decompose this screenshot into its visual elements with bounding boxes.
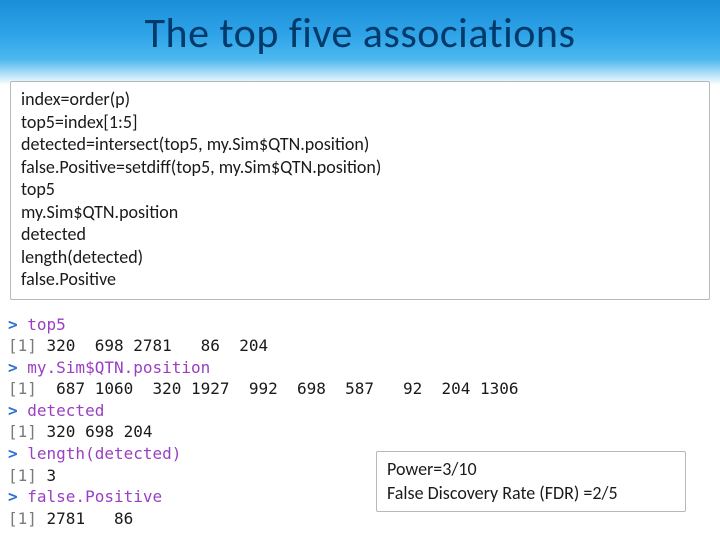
vector-index: [1]	[8, 466, 37, 485]
slide-header: The top five associations	[0, 0, 720, 85]
vector-values: 687 1060 320 1927 992 698 587 92 204 130…	[37, 379, 519, 398]
code-line: index=order(p)	[21, 88, 699, 111]
vector-values: 320 698 204	[37, 422, 153, 441]
code-line: detected	[21, 223, 699, 246]
prompt-icon: >	[8, 487, 27, 506]
console-cmd: my.Sim$QTN.position	[27, 358, 210, 377]
console-cmd-row: > detected	[8, 400, 720, 422]
console-cmd: detected	[27, 401, 104, 420]
vector-index: [1]	[8, 379, 37, 398]
console-cmd: length(detected)	[27, 444, 181, 463]
code-line: length(detected)	[21, 246, 699, 269]
code-box: index=order(p) top5=index[1:5] detected=…	[10, 81, 710, 300]
vector-index: [1]	[8, 336, 37, 355]
console-out-row: [1] 687 1060 320 1927 992 698 587 92 204…	[8, 378, 720, 400]
vector-index: [1]	[8, 422, 37, 441]
vector-values: 2781 86	[37, 509, 133, 528]
code-line: top5	[21, 178, 699, 201]
console-out-row: [1] 320 698 204	[8, 421, 720, 443]
console-cmd-row: > top5	[8, 314, 720, 336]
code-line: top5=index[1:5]	[21, 111, 699, 134]
vector-values: 3	[37, 466, 56, 485]
code-line: my.Sim$QTN.position	[21, 201, 699, 224]
console-cmd-row: > my.Sim$QTN.position	[8, 357, 720, 379]
console-cmd: top5	[27, 315, 66, 334]
vector-index: [1]	[8, 509, 37, 528]
prompt-icon: >	[8, 358, 27, 377]
summary-fdr: False Discovery Rate (FDR) =2/5	[387, 482, 675, 505]
prompt-icon: >	[8, 401, 27, 420]
vector-values: 320 698 2781 86 204	[37, 336, 268, 355]
console-cmd: false.Positive	[27, 487, 162, 506]
summary-power: Power=3/10	[387, 458, 675, 481]
code-line: detected=intersect(top5, my.Sim$QTN.posi…	[21, 133, 699, 156]
slide-title: The top five associations	[145, 8, 576, 59]
code-line: false.Positive	[21, 268, 699, 291]
summary-box: Power=3/10 False Discovery Rate (FDR) =2…	[376, 451, 686, 512]
console-out-row: [1] 320 698 2781 86 204	[8, 335, 720, 357]
prompt-icon: >	[8, 444, 27, 463]
prompt-icon: >	[8, 315, 27, 334]
code-line: false.Positive=setdiff(top5, my.Sim$QTN.…	[21, 156, 699, 179]
